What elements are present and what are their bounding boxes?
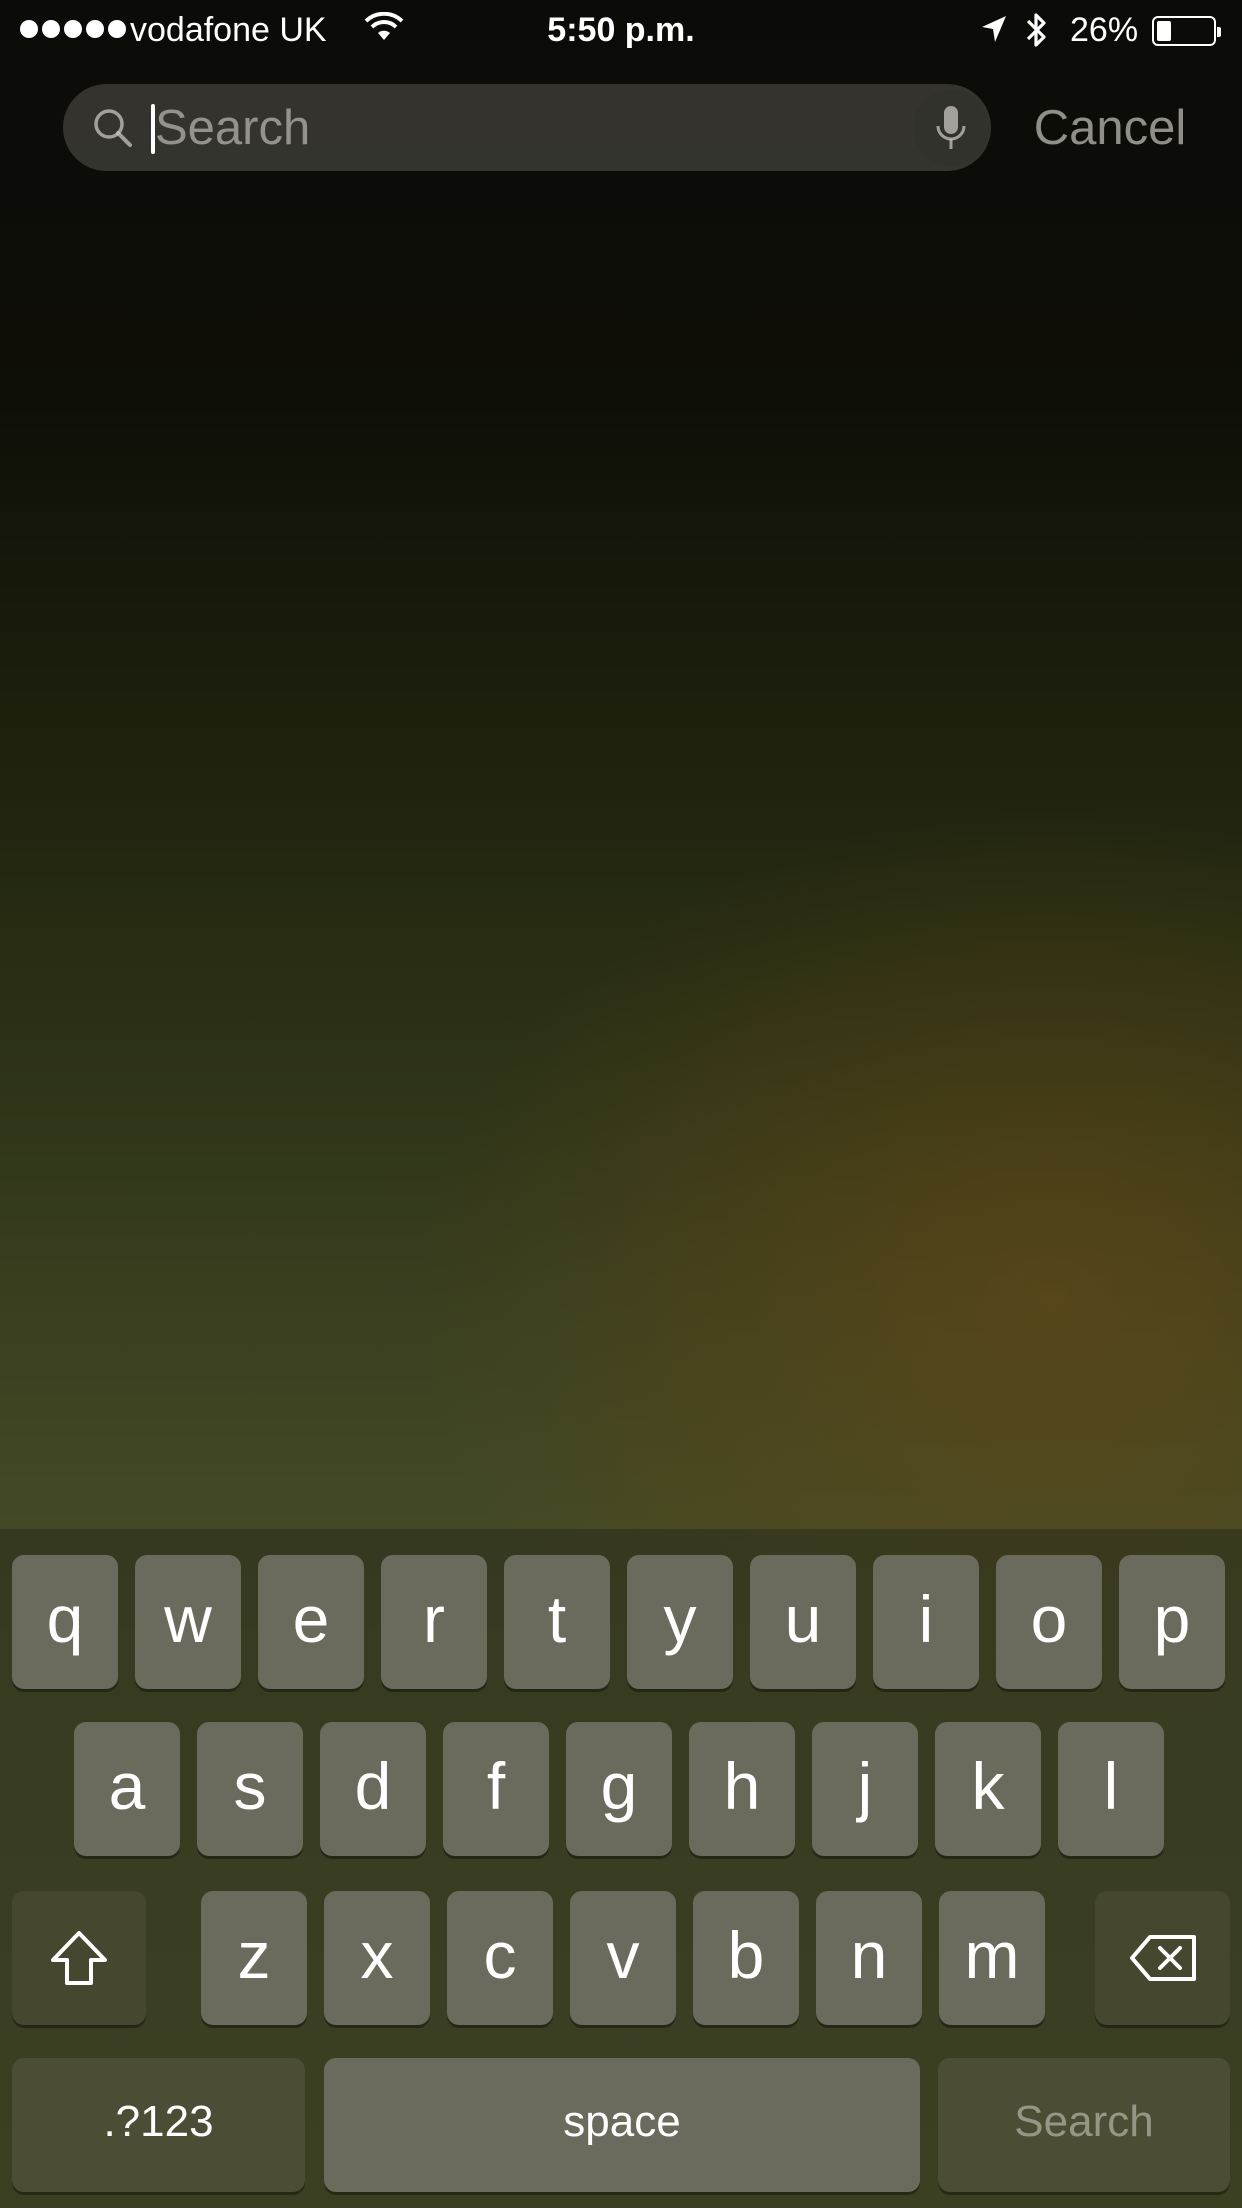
key-h[interactable]: h — [689, 1722, 795, 1856]
search-key-label: Search — [1014, 2097, 1154, 2146]
key-label: a — [108, 1749, 146, 1823]
search-field[interactable] — [63, 84, 991, 171]
key-label: g — [600, 1749, 638, 1823]
key-q[interactable]: q — [12, 1555, 118, 1689]
key-a[interactable]: a — [74, 1722, 180, 1856]
key-label: v — [606, 1918, 640, 1992]
microphone-button[interactable] — [913, 90, 989, 166]
key-label: d — [354, 1749, 392, 1823]
key-d[interactable]: d — [320, 1722, 426, 1856]
keyboard: q w e r t y u i o p a s d f g h j k l z x c v b n m .?123 space… — [0, 1529, 1242, 2208]
key-u[interactable]: u — [750, 1555, 856, 1689]
key-f[interactable]: f — [443, 1722, 549, 1856]
location-arrow-icon — [980, 14, 1008, 53]
key-j[interactable]: j — [812, 1722, 918, 1856]
cancel-button[interactable]: Cancel — [1010, 98, 1210, 158]
delete-key[interactable] — [1095, 1891, 1230, 2025]
key-label: m — [964, 1918, 1020, 1992]
bluetooth-icon — [1024, 10, 1050, 59]
key-label: z — [237, 1918, 271, 1992]
key-n[interactable]: n — [816, 1891, 922, 2025]
key-label: n — [850, 1918, 888, 1992]
key-label: o — [1030, 1582, 1068, 1656]
key-w[interactable]: w — [135, 1555, 241, 1689]
key-label: k — [971, 1749, 1005, 1823]
key-label: t — [547, 1582, 567, 1656]
key-label: f — [486, 1749, 506, 1823]
key-s[interactable]: s — [197, 1722, 303, 1856]
numbers-key-label: .?123 — [103, 2097, 214, 2146]
key-label: s — [233, 1749, 267, 1823]
space-key-label: space — [563, 2097, 681, 2146]
battery-percent: 26% — [1070, 11, 1139, 49]
key-b[interactable]: b — [693, 1891, 799, 2025]
search-icon — [91, 106, 135, 150]
key-label: l — [1103, 1749, 1119, 1823]
key-label: y — [663, 1582, 697, 1656]
key-label: q — [46, 1582, 84, 1656]
key-m[interactable]: m — [939, 1891, 1045, 2025]
microphone-icon — [936, 106, 966, 149]
key-g[interactable]: g — [566, 1722, 672, 1856]
key-label: j — [857, 1749, 873, 1823]
key-c[interactable]: c — [447, 1891, 553, 2025]
search-input[interactable] — [155, 101, 855, 155]
key-label: i — [918, 1582, 934, 1656]
key-y[interactable]: y — [627, 1555, 733, 1689]
shift-key[interactable] — [12, 1891, 146, 2025]
numbers-key[interactable]: .?123 — [12, 2058, 305, 2192]
key-v[interactable]: v — [570, 1891, 676, 2025]
key-t[interactable]: t — [504, 1555, 610, 1689]
key-label: b — [727, 1918, 765, 1992]
key-label: h — [723, 1749, 761, 1823]
status-bar: vodafone UK 5:50 p.m. 26% — [0, 0, 1242, 62]
key-e[interactable]: e — [258, 1555, 364, 1689]
key-x[interactable]: x — [324, 1891, 430, 2025]
key-p[interactable]: p — [1119, 1555, 1225, 1689]
key-o[interactable]: o — [996, 1555, 1102, 1689]
key-k[interactable]: k — [935, 1722, 1041, 1856]
battery-icon — [1152, 16, 1221, 46]
key-label: r — [423, 1582, 445, 1656]
key-label: p — [1153, 1582, 1191, 1656]
key-label: w — [164, 1582, 212, 1656]
key-label: u — [784, 1582, 822, 1656]
key-z[interactable]: z — [201, 1891, 307, 2025]
key-label: c — [483, 1918, 517, 1992]
key-label: x — [360, 1918, 394, 1992]
key-r[interactable]: r — [381, 1555, 487, 1689]
key-i[interactable]: i — [873, 1555, 979, 1689]
key-label: e — [292, 1582, 330, 1656]
status-time: 5:50 p.m. — [547, 11, 695, 49]
space-key[interactable]: space — [324, 2058, 920, 2192]
backspace-icon — [1129, 1935, 1196, 1981]
shift-icon — [51, 1931, 107, 1985]
search-key[interactable]: Search — [938, 2058, 1230, 2192]
key-l[interactable]: l — [1058, 1722, 1164, 1856]
